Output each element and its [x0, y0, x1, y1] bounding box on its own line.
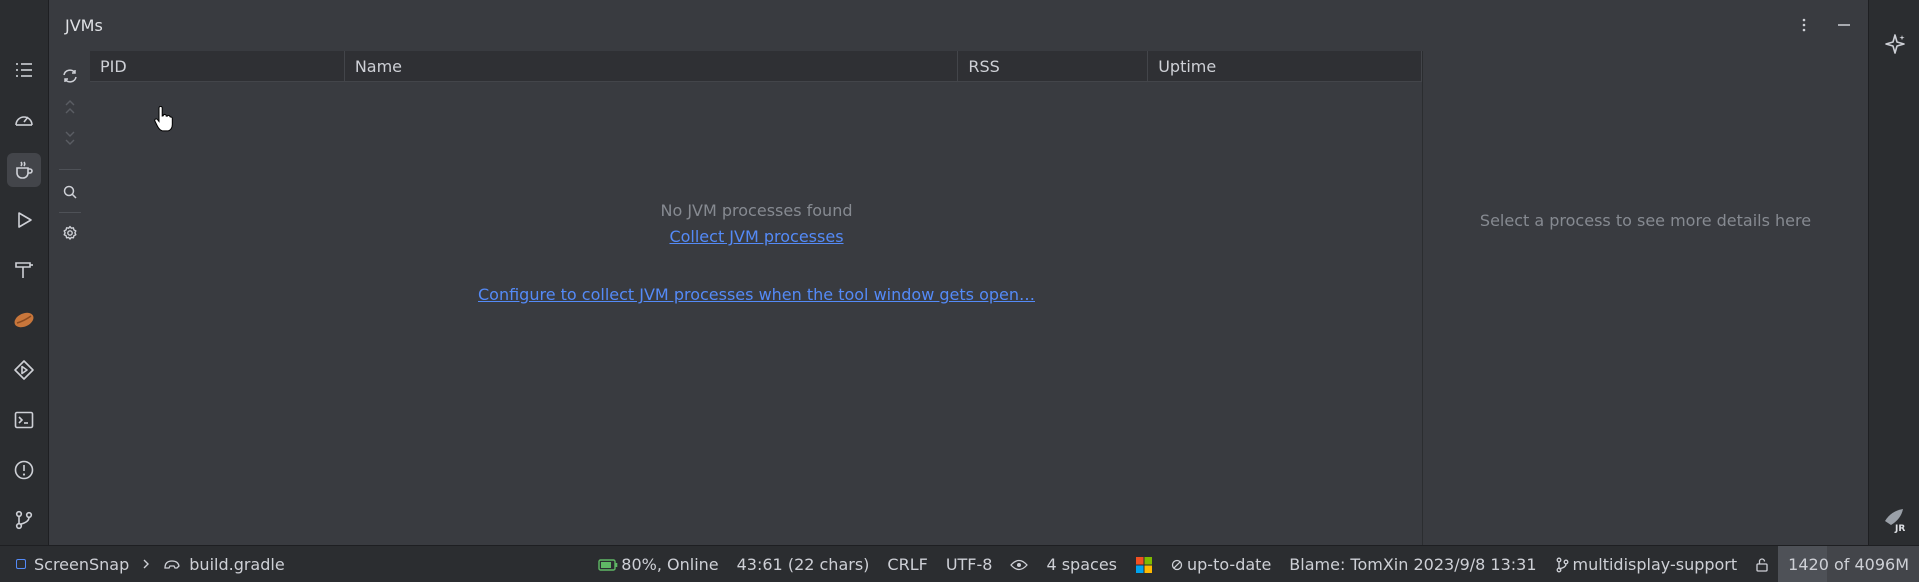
refresh-icon[interactable]: [57, 63, 83, 89]
hand-cursor-icon: [153, 106, 173, 132]
column-header-pid[interactable]: PID: [90, 51, 345, 82]
structure-icon[interactable]: [7, 53, 41, 87]
reader-mode-eye-icon[interactable]: [1001, 546, 1037, 582]
battery-icon: [598, 558, 618, 571]
search-icon[interactable]: [57, 179, 83, 205]
jrebel-icon[interactable]: JR: [1878, 502, 1912, 536]
breadcrumb-project[interactable]: ScreenSnap: [32, 546, 129, 582]
file-encoding[interactable]: UTF-8: [937, 546, 1002, 582]
gradle-elephant-icon: [163, 556, 181, 572]
expand-all-icon: [57, 94, 83, 120]
memory-indicator[interactable]: 1420 of 4096M: [1778, 546, 1919, 582]
build-icon[interactable]: [7, 253, 41, 287]
ai-assistant-icon[interactable]: [1878, 27, 1912, 61]
jvm-process-table: PID Name RSS Uptime No JVM processes fou…: [90, 51, 1423, 545]
collapse-all-icon: [57, 125, 83, 151]
project-icon: [16, 559, 26, 569]
battery-status[interactable]: 80%, Online: [589, 546, 727, 582]
collect-jvm-processes-link[interactable]: Collect JVM processes: [669, 227, 843, 246]
settings-gear-icon[interactable]: [57, 220, 83, 246]
no-changes-icon: [1171, 559, 1183, 571]
configure-collect-link[interactable]: Configure to collect JVM processes when …: [478, 285, 1035, 304]
bean-icon[interactable]: [7, 303, 41, 337]
empty-message: No JVM processes found: [660, 201, 853, 220]
more-options-icon[interactable]: [1791, 12, 1817, 38]
branch-name: multidisplay-support: [1572, 555, 1738, 574]
breadcrumb-file[interactable]: build.gradle: [187, 546, 284, 582]
windows-logo-icon[interactable]: [1126, 546, 1162, 582]
panel-title: JVMs: [65, 16, 103, 35]
git-branch[interactable]: multidisplay-support: [1546, 546, 1747, 582]
column-header-rss[interactable]: RSS: [958, 51, 1149, 82]
minimize-icon[interactable]: [1831, 12, 1857, 38]
column-header-uptime[interactable]: Uptime: [1148, 51, 1422, 82]
services-icon[interactable]: [7, 353, 41, 387]
breadcrumb-chevron-icon: [135, 558, 157, 570]
problems-icon[interactable]: [7, 453, 41, 487]
git-icon[interactable]: [7, 503, 41, 537]
jvms-toolbar: [50, 51, 89, 545]
branch-icon: [1555, 557, 1569, 573]
right-tool-strip: JR: [1868, 0, 1919, 545]
caret-position[interactable]: 43:61 (22 chars): [728, 546, 879, 582]
status-bar: ScreenSnap build.gradle 80%, Online 43:6…: [0, 545, 1919, 582]
readonly-lock-icon[interactable]: [1746, 546, 1778, 582]
profiler-icon[interactable]: [7, 103, 41, 137]
details-placeholder: Select a process to see more details her…: [1479, 211, 1812, 230]
jvms-icon[interactable]: [7, 153, 41, 187]
run-icon[interactable]: [7, 203, 41, 237]
memory-text: 1420 of 4096M: [1788, 555, 1909, 574]
svg-text:JR: JR: [1894, 524, 1905, 533]
vcs-status[interactable]: up-to-date: [1162, 546, 1280, 582]
indent-setting[interactable]: 4 spaces: [1037, 546, 1126, 582]
panel-header: JVMs: [50, 0, 1867, 51]
details-pane: Select a process to see more details her…: [1424, 51, 1867, 545]
git-blame[interactable]: Blame: TomXin 2023/9/8 13:31: [1280, 546, 1545, 582]
battery-text: 80%, Online: [621, 555, 719, 574]
table-header: PID Name RSS Uptime: [90, 51, 1422, 82]
terminal-icon[interactable]: [7, 403, 41, 437]
line-separator[interactable]: CRLF: [878, 546, 936, 582]
column-header-name[interactable]: Name: [345, 51, 959, 82]
vcs-status-text: up-to-date: [1187, 555, 1272, 574]
left-tool-strip: [0, 0, 49, 545]
